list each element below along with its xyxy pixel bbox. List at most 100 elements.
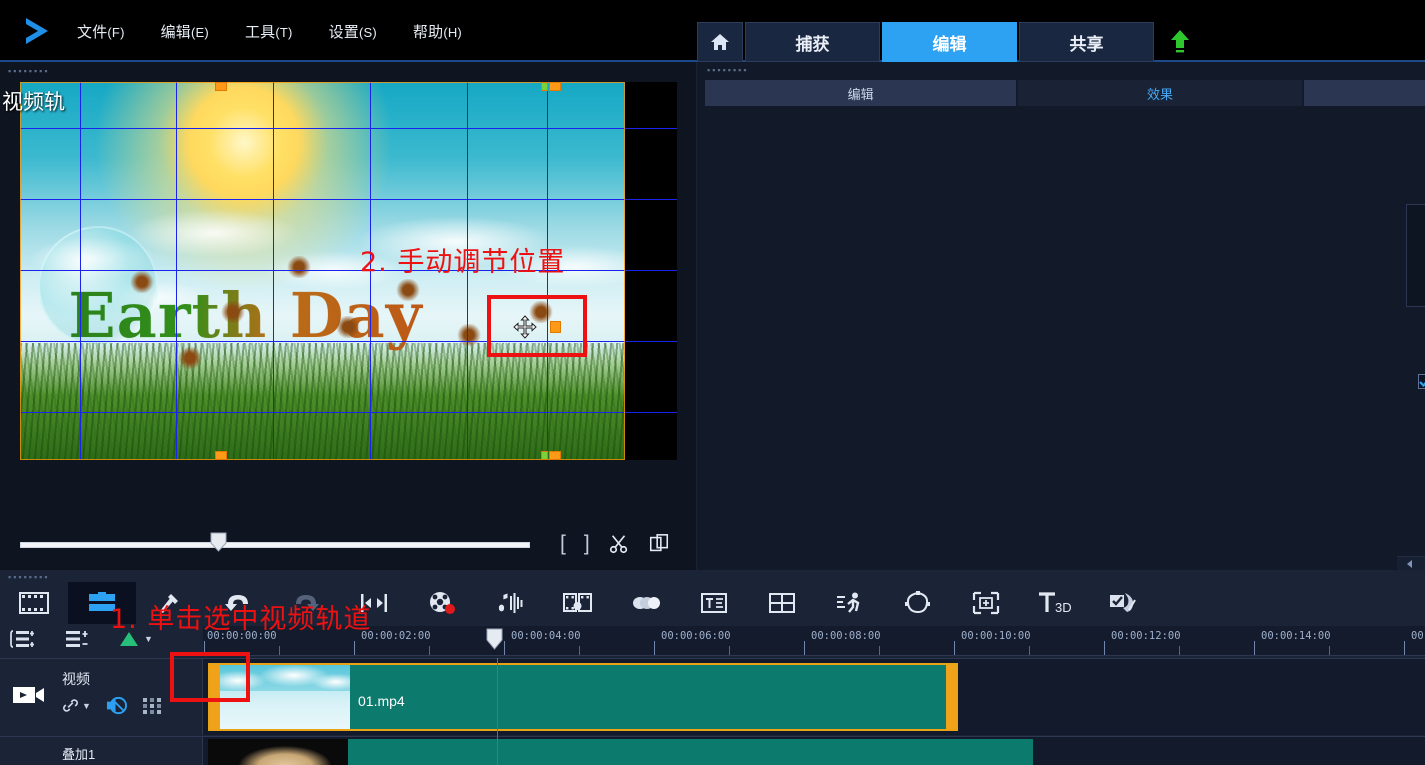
overlay-button[interactable] <box>612 582 680 624</box>
center-anchor-handle[interactable] <box>550 321 561 333</box>
timeline-area: ▪▪▪▪▪▪▪▪ 3D 1. 单击选中视频轨道 ▼ 00:00:00:00 00… <box>0 570 1425 765</box>
timeline-playhead[interactable] <box>486 628 503 650</box>
menu-item-tools[interactable]: 工具(T) <box>240 18 298 45</box>
batch-convert-button[interactable] <box>544 582 612 624</box>
clip-trim-handle-right[interactable] <box>946 665 956 729</box>
chevron-right-logo[interactable] <box>20 14 56 48</box>
chroma-key-icon[interactable] <box>142 697 162 715</box>
link-audio-video-button[interactable]: ▼ <box>62 698 91 713</box>
track-manager-icon[interactable] <box>10 628 36 650</box>
menu-item-settings-mnemonic: (S) <box>358 25 377 40</box>
mute-icon[interactable] <box>105 695 128 716</box>
link-icon <box>63 699 78 712</box>
tab-capture-label: 捕获 <box>795 34 830 54</box>
paint-creator-button[interactable] <box>1088 582 1156 624</box>
clip-thumbnail <box>208 739 348 765</box>
show-grid-checkbox[interactable] <box>1418 374 1425 389</box>
svg-text:3D: 3D <box>1055 600 1071 615</box>
timeline-clip-video[interactable]: 01.mp4 <box>208 663 958 731</box>
tab-share[interactable]: 共享 <box>1019 22 1154 62</box>
record-capture-button[interactable] <box>408 582 476 624</box>
batch-convert-icon <box>563 593 592 612</box>
preview-panel-grip[interactable]: ▪▪▪▪▪▪▪▪ <box>8 67 50 76</box>
track-settings-icon[interactable] <box>64 628 90 650</box>
menu-item-file[interactable]: 文件(F) <box>72 18 130 45</box>
menu-item-help[interactable]: 帮助(H) <box>408 18 467 45</box>
menu-item-settings[interactable]: 设置(S) <box>324 18 382 45</box>
options-panel-grip[interactable]: ▪▪▪▪▪▪▪▪ <box>707 66 749 75</box>
options-horizontal-scrollbar[interactable] <box>1397 556 1425 570</box>
track-row-video[interactable]: 01.mp4 <box>203 658 1425 735</box>
tab-capture[interactable]: 捕获 <box>745 22 880 62</box>
track-row-overlay[interactable] <box>203 736 1425 765</box>
applied-filters-list[interactable] <box>1406 204 1425 307</box>
track-tools-video: ▼ <box>62 695 162 716</box>
t3d-title-button[interactable]: 3D <box>1020 582 1088 624</box>
resize-handle-top[interactable] <box>215 82 227 91</box>
storyboard-view-icon <box>19 592 49 614</box>
ruler-label: 00:00:12:00 <box>1111 630 1181 642</box>
title-button[interactable] <box>680 582 748 624</box>
scrub-track[interactable] <box>20 542 530 548</box>
resize-handle-top-right-green[interactable] <box>541 82 548 91</box>
menu-item-help-label: 帮助 <box>412 24 444 41</box>
video-editor-window: 文件(F) 编辑(E) 工具(T) 设置(S) 帮助(H) 捕获 编辑 共享 ▪… <box>0 0 1425 765</box>
options-tab-edit[interactable]: 编辑 <box>705 80 1017 106</box>
timeline-ruler[interactable]: 00:00:00:00 00:00:02:00 00:00:04:00 00:0… <box>203 626 1425 656</box>
t3d-title-icon: 3D <box>1039 592 1071 615</box>
motion-tracking-icon <box>837 592 860 613</box>
checkmark-icon <box>1419 380 1425 387</box>
mark-out-button[interactable]: ] <box>584 532 590 556</box>
menu-item-settings-label: 设置 <box>328 24 359 41</box>
clip-name-label: 01.mp4 <box>358 693 405 709</box>
timeline-grip[interactable]: ▪▪▪▪▪▪▪▪ <box>8 572 50 582</box>
tab-share-label: 共享 <box>1069 34 1104 54</box>
upload-button[interactable] <box>1158 22 1202 62</box>
menu-item-edit[interactable]: 编辑(E) <box>156 18 214 45</box>
scroll-left-icon[interactable] <box>1405 559 1415 569</box>
tab-edit[interactable]: 编辑 <box>882 22 1017 62</box>
resize-handle-bottom-right-green[interactable] <box>541 451 548 460</box>
grid-layout-button[interactable] <box>748 582 816 624</box>
annotation-select-video-track: 1. 单击选中视频轨道 <box>110 604 372 635</box>
duplicate-icon[interactable] <box>648 533 670 555</box>
annotation-box-track-select <box>170 652 250 702</box>
resize-handle-bottom-right[interactable] <box>549 451 561 460</box>
move-cursor-icon <box>513 315 537 339</box>
options-tab-effect[interactable]: 效果 <box>1018 80 1302 106</box>
show-grid-row[interactable]: 显示网格线 <box>1418 334 1425 429</box>
menu-item-help-mnemonic: (H) <box>443 25 462 40</box>
scissors-icon[interactable] <box>608 533 630 555</box>
track-name-overlay: 叠加1 <box>62 747 96 762</box>
track-header-overlay[interactable]: 叠加1 <box>0 736 203 765</box>
options-tab-effect-label: 效果 <box>1146 86 1173 102</box>
paint-creator-icon <box>1110 593 1136 612</box>
home-icon <box>711 34 729 50</box>
mask-creator-button[interactable] <box>884 582 952 624</box>
mark-in-button[interactable]: [ <box>560 532 566 556</box>
tab-edit-label: 编辑 <box>932 34 967 54</box>
menu-item-tools-mnemonic: (T) <box>275 25 293 40</box>
mask-creator-icon <box>905 591 930 614</box>
scrub-playhead[interactable] <box>210 532 227 552</box>
ruler-label: 00:00:02:00 <box>361 630 431 642</box>
chevron-down-icon: ▼ <box>82 700 91 711</box>
ruler-label: 00:00:10:00 <box>961 630 1031 642</box>
mark-buttons: [ ] <box>560 532 670 556</box>
resize-handle-top-right[interactable] <box>549 82 561 91</box>
timeline-clip-overlay[interactable] <box>208 739 1033 765</box>
storyboard-view-button[interactable] <box>0 582 68 624</box>
motion-tracking-button[interactable] <box>816 582 884 624</box>
menu-item-file-label: 文件 <box>77 24 108 41</box>
audio-wave-button[interactable] <box>476 582 544 624</box>
options-tab-extra[interactable] <box>1303 80 1425 106</box>
video-track-icon[interactable] <box>12 683 46 707</box>
resize-handle-bottom[interactable] <box>215 451 227 460</box>
home-step-button[interactable] <box>697 22 743 62</box>
preview-stage[interactable]: Earth Day <box>20 82 677 460</box>
scrub-bar-row: [ ] <box>20 532 677 556</box>
annotation-adjust-position: 2. 手动调节位置 <box>360 247 566 278</box>
ruler-label: 00: <box>1411 630 1425 642</box>
multi-camera-button[interactable] <box>952 582 1020 624</box>
ruler-label: 00:00:04:00 <box>511 630 581 642</box>
